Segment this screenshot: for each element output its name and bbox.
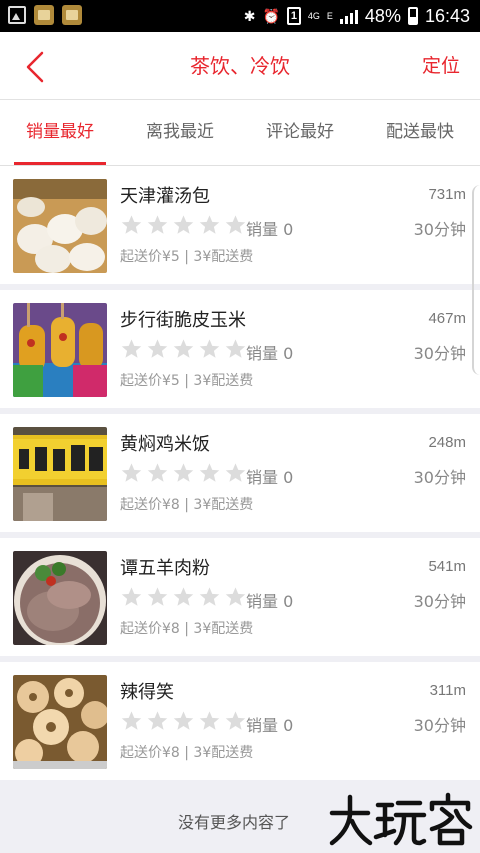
delivery-time: 30分钟 <box>413 468 466 487</box>
scroll-indicator <box>472 185 480 375</box>
shop-sales: 销量 0 <box>246 468 294 487</box>
shop-distance: 248m <box>428 434 466 451</box>
app-notification-icon-2 <box>62 5 82 25</box>
star-icon <box>173 215 194 234</box>
shop-thumbnail <box>13 179 107 273</box>
shop-name: 天津灌汤包 <box>120 186 210 207</box>
shop-thumbnail <box>13 551 107 645</box>
star-icon <box>199 587 220 606</box>
signal-icon <box>339 8 358 24</box>
watermark-logo <box>329 792 473 846</box>
rating-stars <box>120 338 247 360</box>
gallery-notification-icon <box>8 6 26 24</box>
star-icon <box>121 711 142 730</box>
no-more-text: 没有更多内容了 <box>178 813 291 832</box>
shop-name: 步行街脆皮玉米 <box>120 310 246 331</box>
star-icon <box>121 463 142 482</box>
star-icon <box>225 587 246 606</box>
rating-stars <box>120 710 247 732</box>
sort-tabs: 销量最好 离我最近 评论最好 配送最快 <box>0 100 480 166</box>
star-icon <box>199 215 220 234</box>
shop-sales: 销量 0 <box>246 592 294 611</box>
signal-type: E <box>326 10 333 21</box>
shop-distance: 541m <box>428 558 466 575</box>
battery-percent: 48% <box>364 5 401 26</box>
star-icon <box>173 587 194 606</box>
shop-sales: 销量 0 <box>246 220 294 239</box>
rating-stars <box>120 586 247 608</box>
star-icon <box>147 463 168 482</box>
shop-fees: 起送价¥8 | 3¥配送费 <box>120 497 254 513</box>
shop-distance: 731m <box>428 186 466 203</box>
delivery-time: 30分钟 <box>413 592 466 611</box>
clock: 16:43 <box>424 5 470 26</box>
shop-sales: 销量 0 <box>246 344 294 363</box>
star-icon <box>225 215 246 234</box>
star-icon <box>147 587 168 606</box>
shop-fees: 起送价¥8 | 3¥配送费 <box>120 745 254 761</box>
status-bar: ✱ ⏰ 1 4G E 48% 16:43 <box>0 0 480 32</box>
sim-1-icon: 1 <box>286 7 301 25</box>
tab-best-rated[interactable]: 评论最好 <box>240 100 360 165</box>
rating-stars <box>120 462 247 484</box>
app-notification-icon <box>34 5 54 25</box>
star-icon <box>199 339 220 358</box>
star-icon <box>173 339 194 358</box>
tab-nearest[interactable]: 离我最近 <box>120 100 240 165</box>
star-icon <box>147 711 168 730</box>
delivery-time: 30分钟 <box>413 344 466 363</box>
shop-sales: 销量 0 <box>246 716 294 735</box>
star-icon <box>173 711 194 730</box>
star-icon <box>225 463 246 482</box>
star-icon <box>225 339 246 358</box>
shop-fees: 起送价¥5 | 3¥配送费 <box>120 373 254 389</box>
shop-distance: 311m <box>429 682 466 699</box>
alarm-icon: ⏰ <box>262 7 280 24</box>
delivery-time: 30分钟 <box>413 220 466 239</box>
shop-thumbnail <box>13 675 107 769</box>
shop-list-item[interactable]: 谭五羊肉粉 541m 销量 0 30分钟 起送价¥8 | 3¥配送费 <box>0 538 480 656</box>
network-type: 4G <box>307 10 320 21</box>
shop-thumbnail <box>13 427 107 521</box>
star-icon <box>121 587 142 606</box>
shop-list-item[interactable]: 辣得笑 311m 销量 0 30分钟 起送价¥8 | 3¥配送费 <box>0 662 480 780</box>
shop-list-item[interactable]: 天津灌汤包 731m 销量 0 30分钟 起送价¥5 | 3¥配送费 <box>0 166 480 284</box>
locate-button[interactable]: 定位 <box>422 32 460 100</box>
star-icon <box>121 215 142 234</box>
battery-icon <box>407 7 418 25</box>
shop-name: 辣得笑 <box>120 682 174 703</box>
shop-list-item[interactable]: 黄焖鸡米饭 248m 销量 0 30分钟 起送价¥8 | 3¥配送费 <box>0 414 480 532</box>
shop-name: 黄焖鸡米饭 <box>120 434 210 455</box>
star-icon <box>147 215 168 234</box>
star-icon <box>225 711 246 730</box>
star-icon <box>199 463 220 482</box>
star-icon <box>199 711 220 730</box>
shop-name: 谭五羊肉粉 <box>120 558 210 579</box>
shop-fees: 起送价¥8 | 3¥配送费 <box>120 621 254 637</box>
tab-best-selling[interactable]: 销量最好 <box>0 100 120 165</box>
rating-stars <box>120 214 247 236</box>
shop-thumbnail <box>13 303 107 397</box>
list-footer: 没有更多内容了 <box>0 785 480 853</box>
page-title: 茶饮、冷饮 <box>190 54 290 78</box>
tab-fastest-delivery[interactable]: 配送最快 <box>360 100 480 165</box>
shop-fees: 起送价¥5 | 3¥配送费 <box>120 249 254 265</box>
bluetooth-icon: ✱ <box>243 7 256 24</box>
shop-list: 天津灌汤包 731m 销量 0 30分钟 起送价¥5 | 3¥配送费 步行街脆皮… <box>0 166 480 780</box>
star-icon <box>173 463 194 482</box>
delivery-time: 30分钟 <box>413 716 466 735</box>
header-bar: 茶饮、冷饮 定位 <box>0 32 480 100</box>
star-icon <box>121 339 142 358</box>
star-icon <box>147 339 168 358</box>
shop-list-item[interactable]: 步行街脆皮玉米 467m 销量 0 30分钟 起送价¥5 | 3¥配送费 <box>0 290 480 408</box>
shop-distance: 467m <box>428 310 466 327</box>
